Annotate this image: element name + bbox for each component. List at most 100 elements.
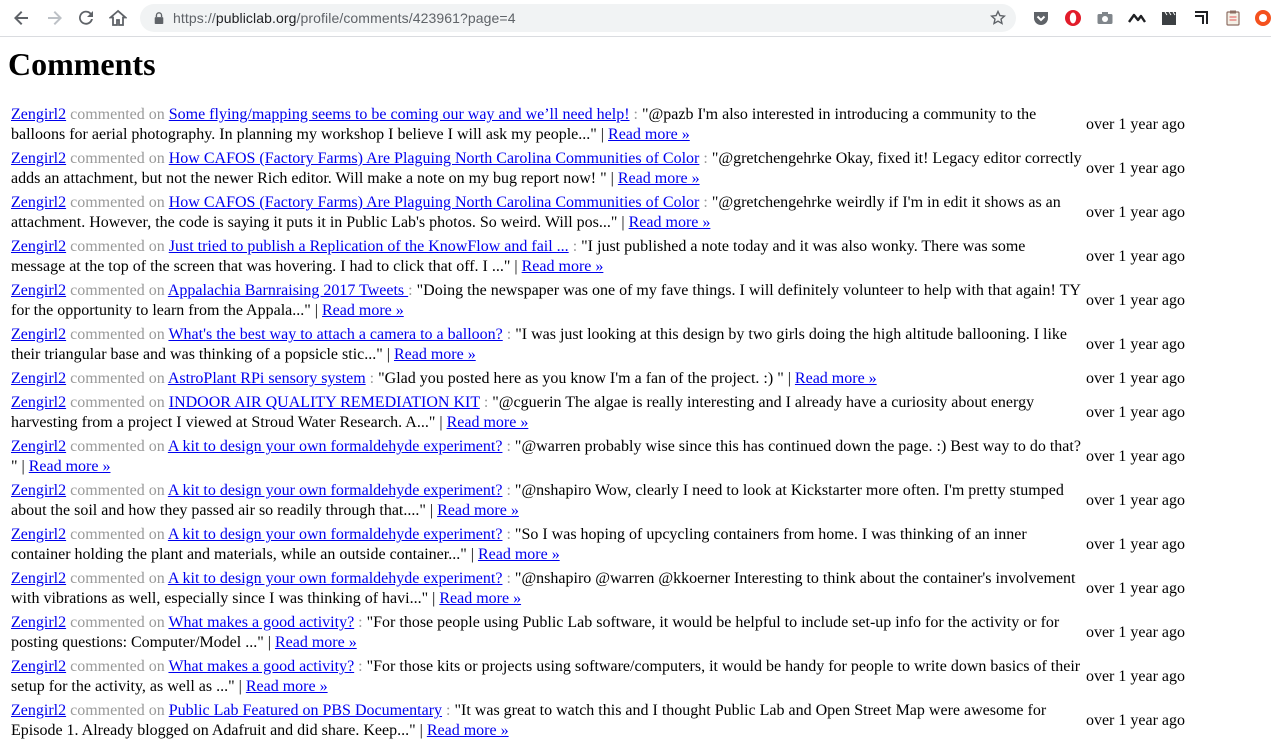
commented-on-label: commented on [70, 238, 165, 255]
node-link[interactable]: What makes a good activity? [168, 614, 354, 631]
comment-timestamp: over 1 year ago [1085, 492, 1185, 509]
commented-on-label: commented on [70, 482, 165, 499]
commented-on-label: commented on [70, 150, 165, 167]
camera-extension-icon[interactable] [1096, 9, 1114, 27]
author-link[interactable]: Zengirl2 [11, 658, 66, 675]
read-more-link[interactable]: Read more » [246, 678, 328, 695]
comment-row: Zengirl2 commented on A kit to design yo… [10, 568, 1186, 610]
node-link[interactable]: A kit to design your own formaldehyde ex… [168, 438, 503, 455]
comment-row: Zengirl2 commented on What's the best wa… [10, 324, 1186, 366]
separator-colon: : [703, 150, 708, 167]
node-link[interactable]: AstroPlant RPi sensory system [168, 370, 366, 387]
back-button[interactable] [6, 2, 38, 34]
comment-timestamp: over 1 year ago [1085, 370, 1185, 387]
bookmark-star-icon[interactable] [989, 9, 1007, 26]
node-link[interactable]: How CAFOS (Factory Farms) Are Plaguing N… [169, 150, 700, 167]
commented-on-label: commented on [70, 194, 165, 211]
cast-extension-icon[interactable] [1192, 9, 1210, 27]
reload-button[interactable] [70, 2, 102, 34]
separator-colon: : [358, 614, 363, 631]
opera-extension-icon[interactable] [1064, 9, 1082, 27]
comment-timestamp: over 1 year ago [1085, 116, 1185, 133]
read-more-link[interactable]: Read more » [447, 414, 529, 431]
node-link[interactable]: A kit to design your own formaldehyde ex… [168, 570, 503, 587]
wave-extension-icon[interactable] [1128, 9, 1146, 27]
read-more-link[interactable]: Read more » [618, 170, 700, 187]
comment-row: Zengirl2 commented on What makes a good … [10, 612, 1186, 654]
read-more-link[interactable]: Read more » [608, 126, 690, 143]
forward-button[interactable] [38, 2, 70, 34]
comment-body: Zengirl2 commented on What's the best wa… [10, 324, 1083, 366]
author-link[interactable]: Zengirl2 [11, 370, 66, 387]
author-link[interactable]: Zengirl2 [11, 526, 66, 543]
profile-extension-icon[interactable] [1254, 9, 1271, 27]
read-more-link[interactable]: Read more » [275, 634, 357, 651]
read-more-link[interactable]: Read more » [322, 302, 404, 319]
author-link[interactable]: Zengirl2 [11, 282, 66, 299]
author-link[interactable]: Zengirl2 [11, 106, 66, 123]
comment-row: Zengirl2 commented on Some flying/mappin… [10, 104, 1186, 146]
node-link[interactable]: Some flying/mapping seems to be coming o… [169, 106, 630, 123]
comment-timestamp: over 1 year ago [1085, 204, 1185, 221]
comments-table: Zengirl2 commented on Some flying/mappin… [8, 102, 1188, 744]
separator-colon: : [572, 238, 578, 255]
commented-on-label: commented on [70, 570, 165, 587]
node-link[interactable]: Just tried to publish a Replication of t… [169, 238, 569, 255]
separator-colon: : [369, 370, 375, 387]
pocket-extension-icon[interactable] [1032, 9, 1050, 27]
node-link[interactable]: Public Lab Featured on PBS Documentary [169, 702, 442, 719]
read-more-link[interactable]: Read more » [522, 258, 604, 275]
comment-timestamp: over 1 year ago [1085, 536, 1185, 553]
node-link[interactable]: A kit to design your own formaldehyde ex… [168, 526, 503, 543]
node-link[interactable]: Appalachia Barnraising 2017 Tweets [168, 282, 408, 299]
author-link[interactable]: Zengirl2 [11, 438, 66, 455]
arrow-right-icon [48, 11, 62, 25]
comment-row: Zengirl2 commented on A kit to design yo… [10, 524, 1186, 566]
read-more-link[interactable]: Read more » [437, 502, 519, 519]
read-more-link[interactable]: Read more » [439, 590, 521, 607]
page-title: Comments [8, 46, 156, 82]
comment-body: Zengirl2 commented on A kit to design yo… [10, 480, 1083, 522]
read-more-link[interactable]: Read more » [478, 546, 560, 563]
clipboard-extension-icon[interactable] [1224, 9, 1242, 27]
author-link[interactable]: Zengirl2 [11, 570, 66, 587]
author-link[interactable]: Zengirl2 [11, 238, 66, 255]
node-link[interactable]: A kit to design your own formaldehyde ex… [168, 482, 503, 499]
url-scheme: https:// [173, 10, 216, 26]
comment-timestamp: over 1 year ago [1085, 160, 1185, 177]
comment-timestamp: over 1 year ago [1085, 404, 1185, 421]
author-link[interactable]: Zengirl2 [11, 194, 66, 211]
commented-on-label: commented on [70, 394, 165, 411]
clapper-extension-icon[interactable] [1160, 9, 1178, 27]
address-bar[interactable]: https://publiclab.org/profile/comments/4… [140, 4, 1016, 32]
home-button[interactable] [102, 2, 134, 34]
read-more-link[interactable]: Read more » [427, 722, 509, 739]
read-more-link[interactable]: Read more » [394, 346, 476, 363]
author-link[interactable]: Zengirl2 [11, 326, 66, 343]
url-text: https://publiclab.org/profile/comments/4… [173, 10, 516, 26]
commented-on-label: commented on [70, 614, 165, 631]
author-link[interactable]: Zengirl2 [11, 482, 66, 499]
separator-colon: : [506, 482, 511, 499]
comments-list: Zengirl2 commented on Some flying/mappin… [10, 104, 1186, 742]
comment-timestamp: over 1 year ago [1085, 448, 1185, 465]
read-more-link[interactable]: Read more » [795, 370, 877, 387]
comment-excerpt: "It was great to watch this and I though… [11, 702, 1047, 739]
lock-icon [152, 11, 166, 25]
node-link[interactable]: What's the best way to attach a camera t… [168, 326, 502, 343]
comment-row: Zengirl2 commented on INDOOR AIR QUALITY… [10, 392, 1186, 434]
read-more-link[interactable]: Read more » [629, 214, 711, 231]
separator-colon: : [506, 526, 511, 543]
author-link[interactable]: Zengirl2 [11, 614, 66, 631]
author-link[interactable]: Zengirl2 [11, 150, 66, 167]
separator-colon: : [633, 106, 638, 123]
node-link[interactable]: INDOOR AIR QUALITY REMEDIATION KIT [169, 394, 480, 411]
comment-body: Zengirl2 commented on How CAFOS (Factory… [10, 148, 1083, 190]
author-link[interactable]: Zengirl2 [11, 394, 66, 411]
commented-on-label: commented on [70, 370, 165, 387]
node-link[interactable]: How CAFOS (Factory Farms) Are Plaguing N… [169, 194, 700, 211]
node-link[interactable]: What makes a good activity? [168, 658, 354, 675]
author-link[interactable]: Zengirl2 [11, 702, 66, 719]
url-host: publiclab.org [215, 10, 297, 26]
read-more-link[interactable]: Read more » [29, 458, 111, 475]
